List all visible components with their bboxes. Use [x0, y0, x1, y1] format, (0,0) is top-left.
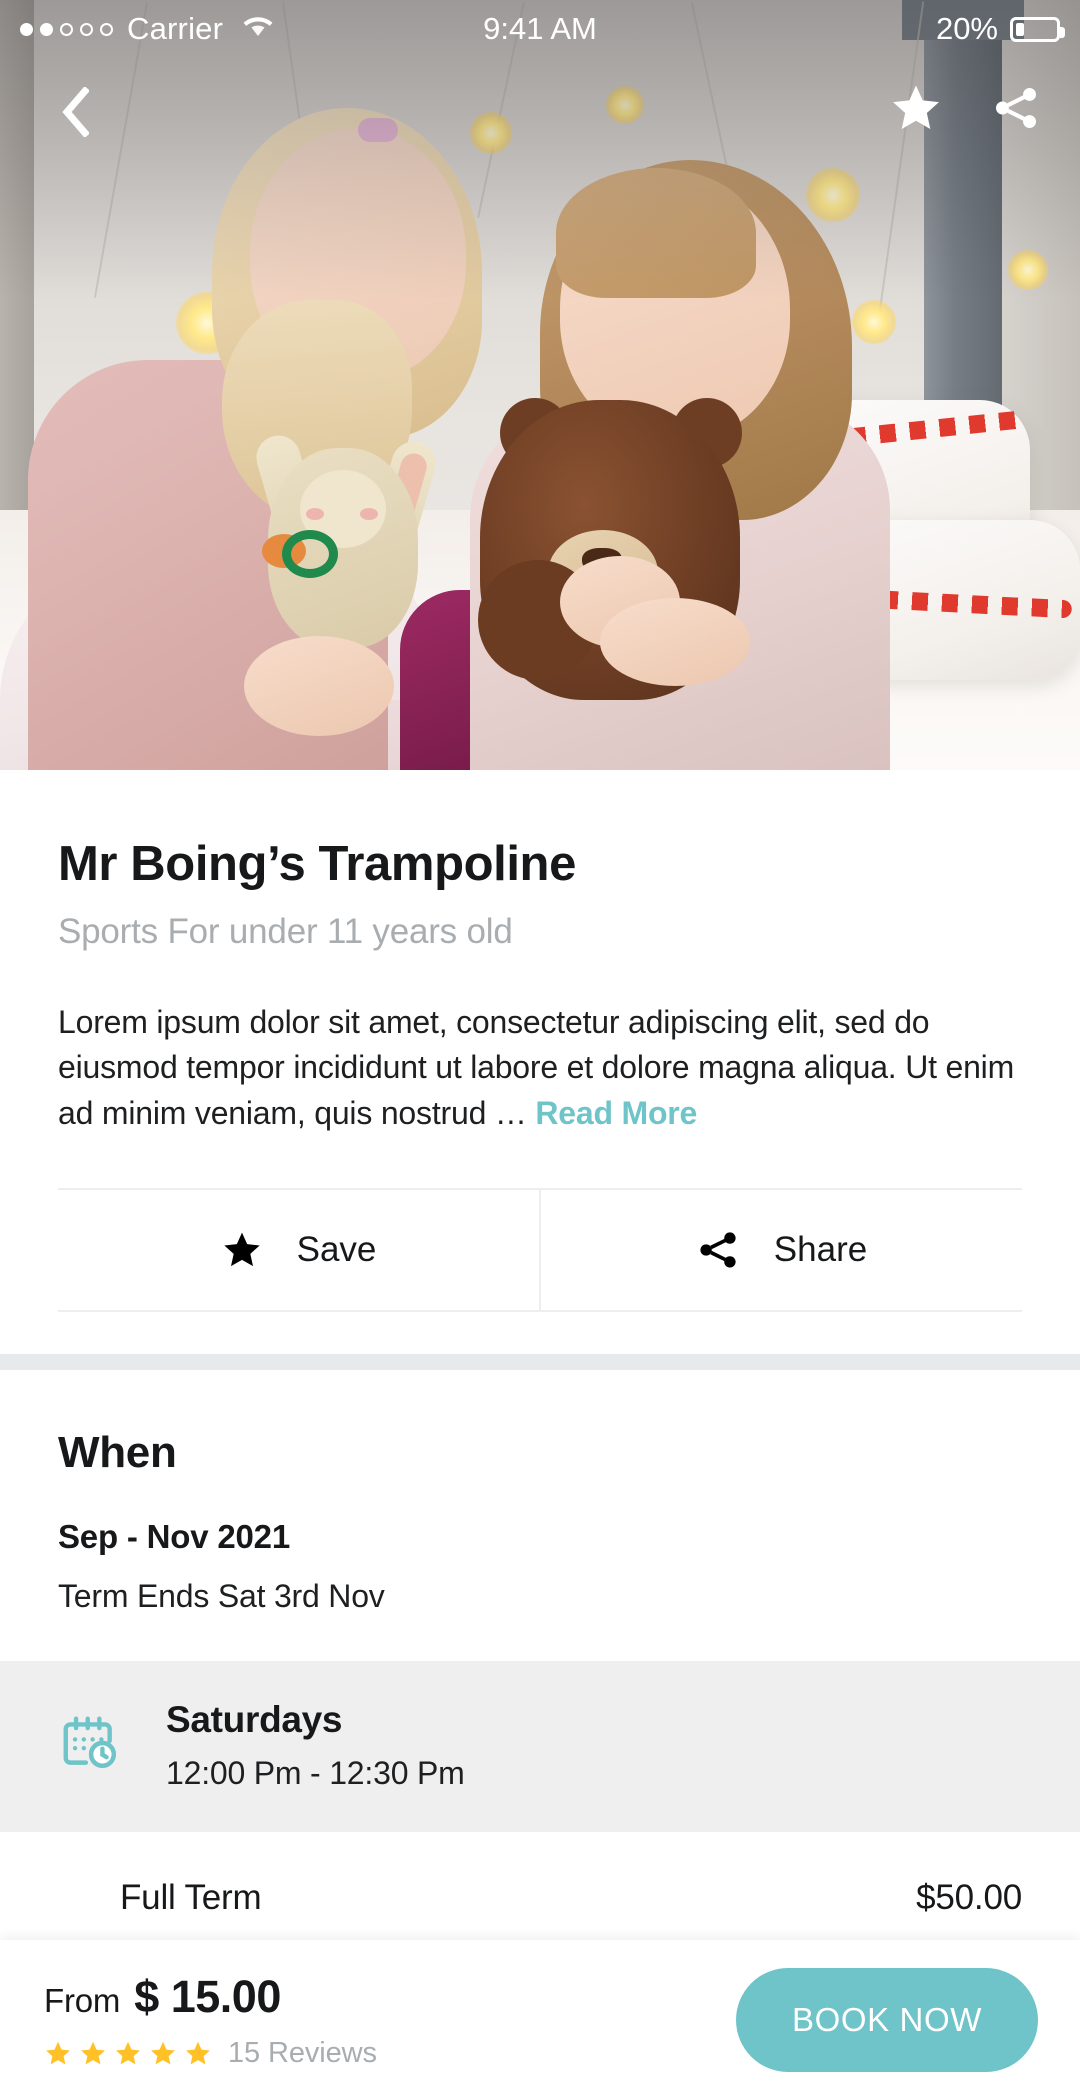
calendar-clock-icon — [58, 1712, 120, 1779]
hero-nav-bar — [0, 72, 1080, 162]
section-divider-band — [0, 1354, 1080, 1371]
book-now-button[interactable]: BOOK NOW — [736, 1968, 1038, 2072]
read-more-link[interactable]: Read More — [535, 1095, 697, 1131]
reviews-count: 15 Reviews — [228, 2036, 377, 2069]
page-title: Mr Boing’s Trampoline — [58, 837, 576, 891]
star-filled-icon — [223, 1232, 260, 1267]
bottom-booking-bar: From $ 15.00 15 Reviews BOOK NOW — [0, 1940, 1080, 2100]
save-button-label: Save — [296, 1230, 377, 1270]
share-button-label: Share — [773, 1230, 868, 1270]
when-term-end: Term Ends Sat 3rd Nov — [58, 1578, 385, 1615]
status-bar-right: 20% — [935, 11, 1065, 47]
term-name: Full Term — [120, 1878, 262, 1918]
save-button[interactable]: Save — [58, 1190, 539, 1310]
battery-percent-label: 20% — [935, 11, 998, 46]
favorite-button[interactable] — [888, 80, 944, 136]
from-label: From — [44, 1981, 121, 2019]
description-text: Lorem ipsum dolor sit amet, consectetur … — [58, 1000, 1022, 1136]
chevron-left-icon — [62, 87, 89, 137]
schedule-row[interactable]: Saturdays 12:00 Pm - 12:30 Pm — [0, 1661, 1080, 1833]
schedule-text: Saturdays 12:00 Pm - 12:30 Pm — [166, 1699, 465, 1792]
battery-fill-level — [1016, 22, 1024, 36]
share-nodes-icon — [996, 88, 1036, 128]
star-filled-icon — [151, 2041, 175, 2064]
rating-stars — [44, 2040, 212, 2067]
schedule-time: 12:00 Pm - 12:30 Pm — [166, 1755, 465, 1792]
star-filled-icon — [46, 2041, 70, 2064]
status-bar-time: 9:41 AM — [483, 11, 597, 46]
star-filled-icon — [81, 2041, 105, 2064]
hero-action-group — [888, 80, 1044, 136]
schedule-day: Saturdays — [166, 1699, 343, 1741]
battery-icon — [1010, 16, 1065, 42]
price-value: $ 15.00 — [134, 1970, 281, 2022]
when-heading: When — [58, 1428, 177, 1478]
back-button[interactable] — [44, 82, 104, 142]
action-bar: Save Share — [58, 1188, 1022, 1313]
status-bar: Carrier 9:41 AM 20% — [0, 0, 1080, 58]
share-nodes-icon — [700, 1232, 736, 1268]
share-button[interactable] — [988, 80, 1044, 136]
detail-header: Mr Boing’s Trampoline Sports For under 1… — [0, 770, 1080, 1136]
star-filled-icon — [893, 85, 939, 130]
when-section: When Sep - Nov 2021 Term Ends Sat 3rd No… — [0, 1370, 1080, 1615]
detail-content: Mr Boing’s Trampoline Sports For under 1… — [0, 770, 1080, 1995]
star-filled-icon — [186, 2041, 210, 2064]
page-subtitle: Sports For under 11 years old — [58, 912, 513, 951]
term-row[interactable]: Full Term $50.00 — [0, 1832, 1080, 1928]
term-price: $50.00 — [916, 1878, 1022, 1918]
rating-row: 15 Reviews — [44, 2037, 377, 2070]
when-date-range: Sep - Nov 2021 — [58, 1518, 290, 1556]
star-filled-icon — [116, 2041, 140, 2064]
price-summary: From $ 15.00 15 Reviews — [44, 1971, 377, 2070]
price-line: From $ 15.00 — [44, 1971, 377, 2023]
share-action-button[interactable]: Share — [539, 1190, 1022, 1311]
